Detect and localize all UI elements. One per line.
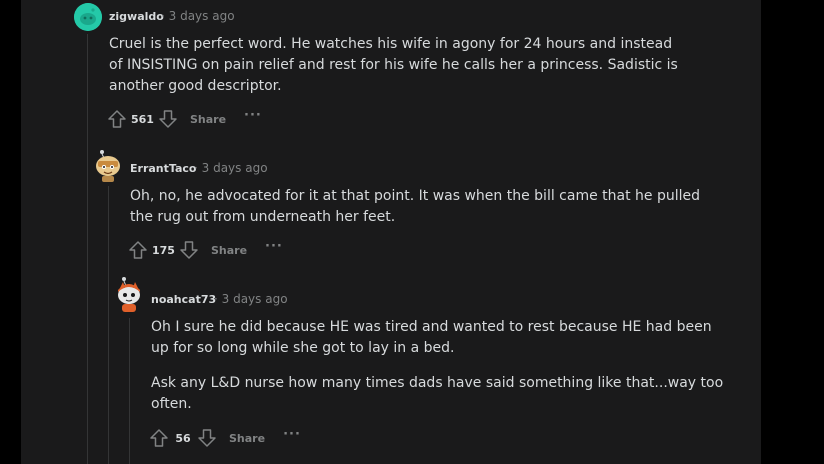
more-options-icon[interactable]: ··· (265, 240, 283, 258)
arrow-up-icon (150, 429, 168, 447)
more-options-icon[interactable]: ··· (283, 428, 301, 446)
share-button[interactable]: Share (211, 244, 247, 257)
comment-paragraph: Oh I sure he did because HE was tired an… (151, 319, 712, 356)
taco-snoo-avatar-icon (96, 150, 120, 182)
thread-line-3[interactable] (129, 318, 130, 464)
comment-paragraph: Ask any L&D nurse how many times dads ha… (151, 375, 724, 412)
thread-line-1[interactable] (87, 34, 88, 464)
arrow-up-icon (108, 110, 126, 128)
thread-line-2[interactable] (108, 186, 109, 464)
comment-actions: 175 Share ··· (126, 238, 283, 262)
upvote-button[interactable] (147, 426, 171, 450)
timestamp[interactable]: · 3 days ago (194, 161, 268, 175)
page: zigwaldo · 3 days ago Cruel is the perfe… (0, 0, 824, 464)
avatar-icon[interactable] (94, 149, 122, 183)
timestamp[interactable]: · 3 days ago (214, 292, 288, 306)
arrow-up-icon (129, 241, 147, 259)
username[interactable]: noahcat73 (151, 293, 216, 306)
arrow-down-icon (180, 241, 198, 259)
upvote-button[interactable] (126, 238, 150, 262)
timestamp[interactable]: · 3 days ago (161, 9, 235, 23)
arrow-down-icon (198, 429, 216, 447)
vote-score: 56 (175, 431, 191, 445)
upvote-button[interactable] (105, 107, 129, 131)
cat-snoo-avatar-icon (118, 277, 140, 312)
avatar-icon[interactable] (115, 276, 143, 314)
downvote-button[interactable] (156, 107, 180, 131)
vote-score: 561 (131, 112, 154, 126)
comment-paragraph: Oh, no, he advocated for it at that poin… (130, 188, 701, 225)
comment-body: Oh I sure he did because HE was tired an… (151, 317, 726, 415)
username[interactable]: ErrantTaco (130, 162, 196, 175)
avatar-icon[interactable] (74, 3, 102, 31)
comment-paragraph: Cruel is the perfect word. He watches hi… (109, 36, 678, 94)
downvote-button[interactable] (177, 238, 201, 262)
more-options-icon[interactable]: ··· (244, 109, 262, 127)
vote-score: 175 (152, 243, 175, 257)
downvote-button[interactable] (195, 426, 219, 450)
arrow-down-icon (159, 110, 177, 128)
comments-panel: zigwaldo · 3 days ago Cruel is the perfe… (21, 0, 761, 464)
share-button[interactable]: Share (190, 113, 226, 126)
share-button[interactable]: Share (229, 432, 265, 445)
comment-actions: 56 Share ··· (147, 426, 301, 450)
snoo-avatar-icon (74, 3, 102, 31)
username[interactable]: zigwaldo (109, 10, 164, 23)
comment-body: Cruel is the perfect word. He watches hi… (109, 34, 679, 97)
comment-actions: 561 Share ··· (105, 107, 262, 131)
comment-body: Oh, no, he advocated for it at that poin… (130, 186, 700, 228)
